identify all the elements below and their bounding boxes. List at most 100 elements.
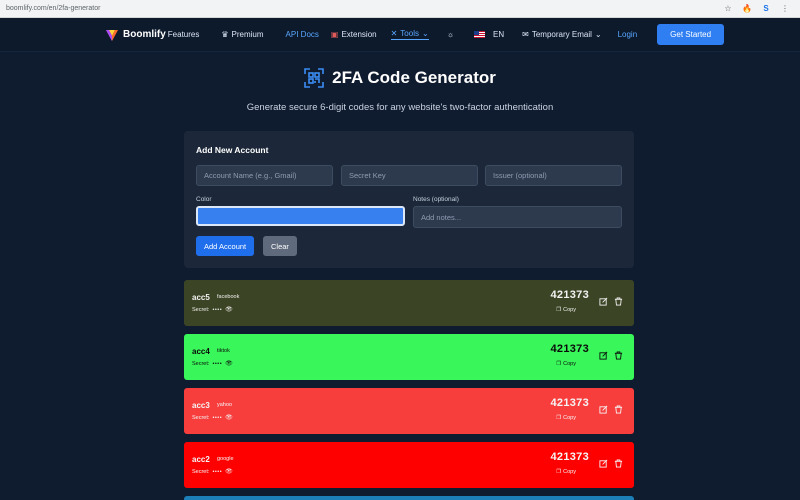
nav-tools[interactable]: ✕ Tools ⌄ (390, 29, 429, 40)
nav-features[interactable]: Features (168, 30, 200, 39)
secret-mask: •••• (212, 306, 223, 313)
nav-extension[interactable]: ▣ Extension (331, 30, 377, 39)
edit-icon[interactable] (599, 459, 608, 468)
boomlify-logo-icon (106, 29, 118, 41)
copy-label: Copy (563, 415, 576, 421)
theme-toggle[interactable]: ☼ (447, 30, 454, 39)
account-name-input[interactable] (196, 165, 333, 186)
language-selector[interactable]: EN (474, 30, 504, 39)
bookmark-star-icon[interactable]: ☆ (723, 4, 733, 14)
menu-dots-icon[interactable]: ⋮ (780, 4, 790, 14)
language-label: EN (493, 30, 505, 39)
account-secret: Secret: •••• 👁 (192, 306, 233, 314)
trash-icon[interactable] (614, 351, 623, 360)
copy-label: Copy (563, 469, 576, 475)
puzzle-icon: ▣ (330, 30, 339, 39)
totp-code: 421373 (550, 451, 589, 463)
copy-icon: ❐ (556, 361, 562, 367)
nav-premium[interactable]: ♛ Premium (221, 30, 263, 39)
totp-code: 421373 (550, 343, 589, 355)
browser-address-bar: boomlify.com/en/2fa-generator ☆ 🔥 S ⋮ (0, 0, 800, 18)
page-subtitle: Generate secure 6-digit codes for any we… (246, 102, 554, 113)
trash-icon[interactable] (614, 297, 623, 306)
eye-icon[interactable]: 👁 (225, 468, 233, 475)
account-issuer: google (217, 456, 234, 462)
url-text[interactable]: boomlify.com/en/2fa-generator (6, 5, 723, 12)
nav-tools-label: Tools (400, 29, 419, 38)
notes-label: Notes (optional) (413, 196, 459, 203)
account-card: acc4 tiktok Secret: •••• 👁 421373 ❐ Copy (184, 334, 634, 380)
account-secret: Secret: •••• 👁 (192, 360, 233, 368)
secret-mask: •••• (212, 468, 223, 475)
form-heading: Add New Account (196, 145, 269, 155)
crown-icon: ♛ (221, 30, 229, 39)
sun-icon: ☼ (446, 30, 455, 39)
account-issuer: tiktok (217, 348, 230, 354)
account-name: acc4 (192, 347, 210, 356)
secret-mask: •••• (212, 360, 223, 367)
account-issuer: yahoo (217, 402, 232, 408)
us-flag-icon (474, 31, 486, 38)
qr-scan-icon (304, 68, 324, 88)
trash-icon[interactable] (614, 459, 623, 468)
nav-temporary-email-label: Temporary Email (531, 30, 592, 39)
brand-logo[interactable]: Boomlify (105, 28, 166, 42)
nav-premium-label: Premium (231, 30, 264, 39)
clear-button[interactable]: Clear (263, 236, 297, 256)
notes-input[interactable] (413, 206, 622, 228)
account-secret: Secret: •••• 👁 (192, 468, 233, 476)
nav-login[interactable]: Login (618, 30, 638, 39)
add-account-form: Add New Account Color Notes (optional) A… (184, 131, 634, 268)
copy-icon: ❐ (556, 469, 562, 475)
account-issuer: facebook (217, 294, 240, 300)
page-header: 2FA Code Generator (0, 68, 800, 88)
edit-icon[interactable] (599, 351, 608, 360)
secret-label: Secret: (192, 306, 210, 313)
copy-label: Copy (563, 361, 576, 367)
account-card: acc3 yahoo Secret: •••• 👁 421373 ❐ Copy (184, 388, 634, 434)
chevron-down-icon: ⌄ (421, 29, 429, 38)
mail-icon: ✉ (522, 30, 529, 39)
color-label: Color (196, 196, 212, 203)
add-account-button[interactable]: Add Account (196, 236, 255, 256)
account-card: acc2 google Secret: •••• 👁 421373 ❐ Copy (184, 442, 634, 488)
copy-button[interactable]: ❐ Copy (556, 415, 576, 421)
copy-label: Copy (563, 307, 576, 313)
fire-extension-icon[interactable]: 🔥 (742, 4, 752, 14)
eye-icon[interactable]: 👁 (225, 306, 233, 313)
totp-code: 421373 (550, 289, 589, 301)
account-card: acc5 facebook Secret: •••• 👁 421373 ❐ Co… (184, 280, 634, 326)
nav-temporary-email[interactable]: ✉ Temporary Email ⌄ (522, 30, 601, 39)
chevron-down-icon: ⌄ (594, 30, 602, 39)
copy-button[interactable]: ❐ Copy (556, 469, 576, 475)
secret-key-input[interactable] (341, 165, 478, 186)
browser-toolbar-icons: ☆ 🔥 S ⋮ (723, 4, 790, 14)
account-name: acc3 (192, 401, 210, 410)
site-navbar: Boomlify Features ♛ Premium API Docs ▣ E… (0, 18, 800, 52)
copy-icon: ❐ (556, 415, 562, 421)
color-picker[interactable] (196, 206, 405, 226)
eye-icon[interactable]: 👁 (225, 414, 233, 421)
boomlify-extension-icon[interactable]: S (761, 4, 771, 14)
secret-label: Secret: (192, 414, 210, 421)
edit-icon[interactable] (599, 297, 608, 306)
nav-extension-label: Extension (341, 30, 377, 39)
get-started-button[interactable]: Get Started (657, 24, 725, 45)
copy-icon: ❐ (556, 307, 562, 313)
tools-icon: ✕ (390, 29, 398, 38)
copy-button[interactable]: ❐ Copy (556, 361, 576, 367)
secret-label: Secret: (192, 360, 210, 367)
page-title: 2FA Code Generator (332, 68, 496, 87)
eye-icon[interactable]: 👁 (225, 360, 233, 367)
account-name: acc2 (192, 455, 210, 464)
edit-icon[interactable] (599, 405, 608, 414)
totp-code: 421373 (550, 397, 589, 409)
nav-api-docs[interactable]: API Docs (286, 30, 319, 39)
trash-icon[interactable] (614, 405, 623, 414)
secret-mask: •••• (212, 414, 223, 421)
brand-name: Boomlify (123, 29, 166, 40)
account-name: acc5 (192, 293, 210, 302)
copy-button[interactable]: ❐ Copy (556, 307, 576, 313)
issuer-input[interactable] (485, 165, 622, 186)
account-card-partial (184, 496, 634, 500)
